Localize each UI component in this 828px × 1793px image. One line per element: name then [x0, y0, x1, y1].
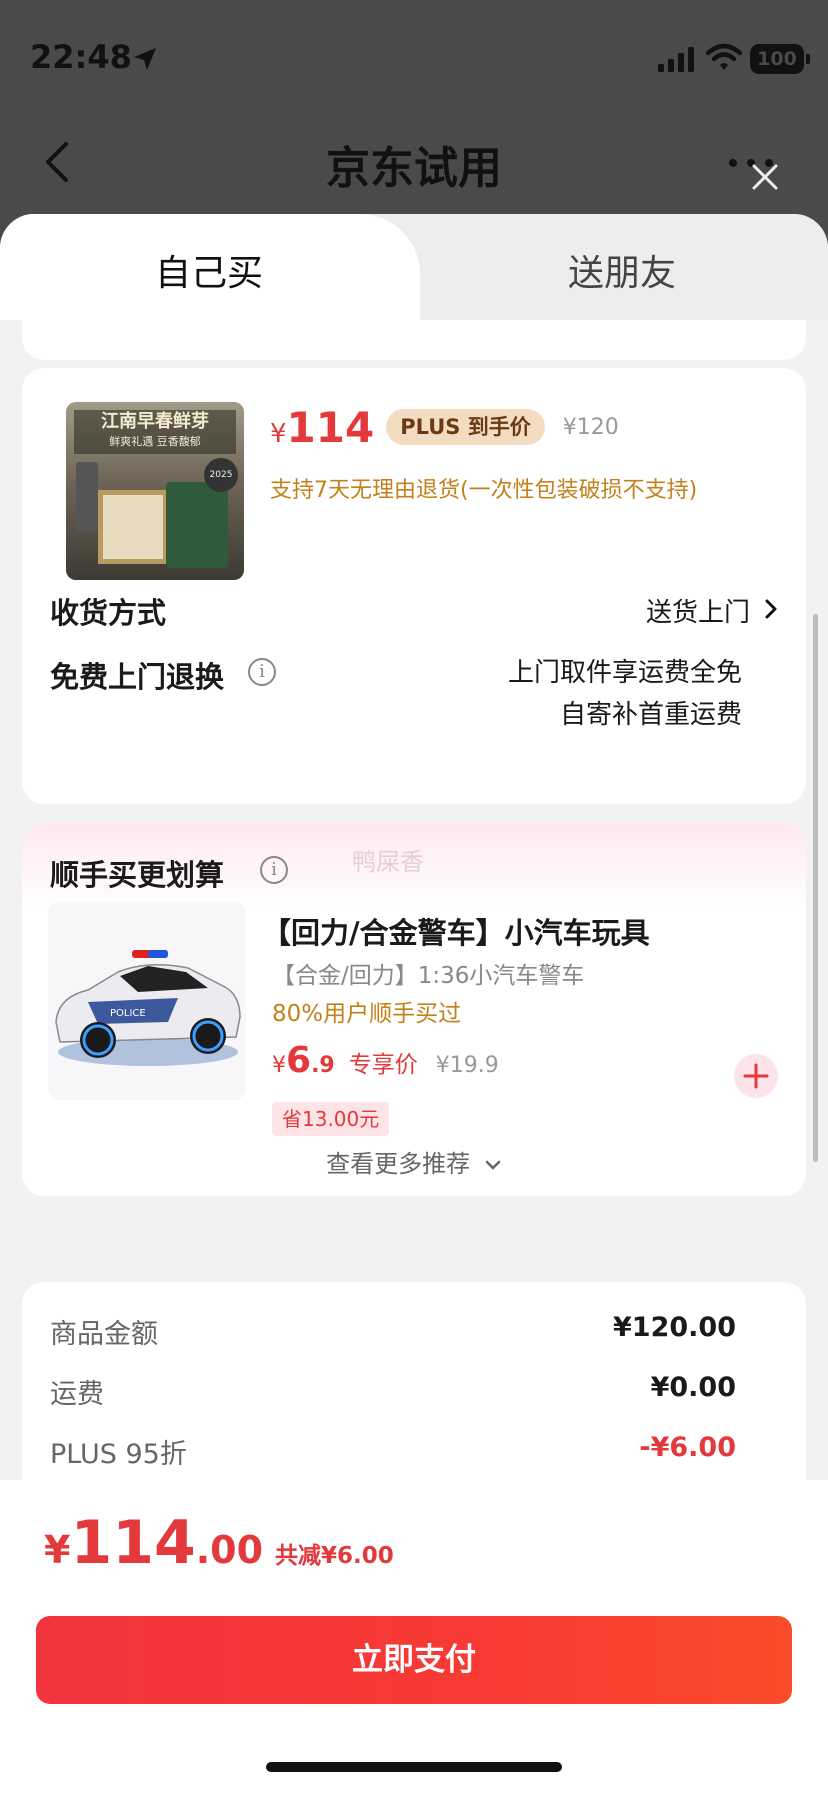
free-return-line1: 上门取件享运费全免 — [507, 658, 742, 688]
tab-self-buy[interactable]: 自己买 — [0, 214, 420, 320]
battery-indicator: 100 — [750, 44, 810, 74]
summary-plus-discount-value: -¥6.00 — [639, 1432, 736, 1463]
wifi-icon — [706, 43, 742, 70]
return-policy-text: 支持7天无理由退货(一次性包装破损不支持) — [270, 478, 698, 503]
addon-bought-rate: 80%用户顺手买过 — [272, 1001, 462, 1027]
product-image-decor — [76, 462, 98, 532]
addon-product-spec: 【合金/回力】1:36小汽车警车 — [272, 963, 585, 989]
pay-bar: ¥ 114 .00 共减¥6.00 立即支付 — [0, 1480, 828, 1793]
addon-info-icon[interactable]: i — [260, 856, 288, 884]
total-symbol: ¥ — [44, 1528, 71, 1572]
chevron-right-icon[interactable] — [764, 598, 778, 620]
chevron-down-icon — [485, 1160, 501, 1170]
status-bar: 22:48 100 — [0, 0, 828, 110]
pay-now-button[interactable]: 立即支付 — [36, 1616, 792, 1704]
page-title: 京东试用 — [326, 143, 502, 194]
cellular-signal-icon — [658, 47, 694, 72]
total-int: 114 — [70, 1508, 196, 1578]
addon-price-int: 6 — [286, 1040, 312, 1081]
addon-save-badge: 省13.00元 — [272, 1102, 390, 1136]
plus-price-badge: PLUS 到手价 — [386, 409, 545, 445]
home-indicator[interactable] — [266, 1762, 562, 1772]
tab-self-buy-label: 自己买 — [155, 253, 264, 294]
addon-title: 顺手买更划算 — [50, 858, 225, 892]
product-image-year: 2025 — [204, 458, 238, 492]
total-discount: 共减¥6.00 — [275, 1543, 394, 1569]
see-more-recommendations[interactable]: 查看更多推荐 — [22, 1144, 806, 1179]
free-return-label: 免费上门退换 — [50, 660, 225, 694]
free-return-line2: 自寄补首重运费 — [559, 700, 742, 730]
price-symbol: ¥ — [270, 419, 287, 449]
addon-recommend-card: 鸭屎香 顺手买更划算 i POLICE 【回力/合金警车】小汽车玩具 【合金/回… — [22, 822, 806, 1196]
address-card-stub — [22, 320, 806, 360]
addon-price-dec: .9 — [311, 1053, 335, 1078]
total-dec: .00 — [195, 1528, 264, 1572]
product-card: 江南早春鲜芽 鲜爽礼遇 豆香馥郁 2025 ¥ 114 PLUS 到手价 ¥12… — [22, 368, 806, 804]
see-more-label: 查看更多推荐 — [326, 1150, 471, 1178]
purchase-mode-tabs: 自己买 送朋友 — [0, 214, 828, 320]
status-time: 22:48 — [30, 38, 132, 76]
total-price-row: ¥ 114 .00 共减¥6.00 — [44, 1508, 394, 1578]
close-icon[interactable] — [750, 162, 780, 192]
delivery-method-value[interactable]: 送货上门 — [646, 592, 750, 629]
top-nav: 京东试用 — [0, 110, 828, 210]
summary-shipping-label: 运费 — [50, 1379, 104, 1410]
addon-product-name[interactable]: 【回力/合金警车】小汽车玩具 — [262, 910, 650, 952]
summary-plus-discount-label: PLUS 95折 — [50, 1439, 187, 1470]
info-icon[interactable]: i — [248, 658, 276, 686]
product-image[interactable]: 江南早春鲜芽 鲜爽礼遇 豆香馥郁 2025 — [66, 402, 244, 580]
addon-price-tag: 专享价 — [348, 1052, 418, 1078]
summary-goods-value: ¥120.00 — [613, 1312, 736, 1343]
product-image-banner: 江南早春鲜芽 鲜爽礼遇 豆香馥郁 — [74, 410, 236, 454]
product-image-giftbox — [98, 490, 168, 564]
add-to-cart-plus-icon[interactable] — [734, 1054, 778, 1098]
scrollbar[interactable] — [813, 614, 818, 1162]
addon-price-row: ¥ 6 .9 专享价 ¥19.9 — [272, 1040, 499, 1081]
summary-goods-label: 商品金额 — [50, 1319, 158, 1350]
addon-price-symbol: ¥ — [272, 1053, 286, 1078]
addon-watermark-text: 鸭屎香 — [352, 848, 424, 876]
svg-text:POLICE: POLICE — [110, 1008, 146, 1019]
product-image-bag — [166, 482, 228, 568]
delivery-method-label: 收货方式 — [50, 596, 167, 630]
summary-shipping-value: ¥0.00 — [650, 1372, 736, 1403]
product-price-row: ¥ 114 PLUS 到手价 ¥120 — [270, 402, 619, 452]
toy-car-image[interactable]: POLICE — [48, 902, 246, 1100]
original-price: ¥120 — [562, 414, 619, 440]
location-arrow-icon — [134, 48, 156, 70]
product-price: 114 — [286, 402, 375, 452]
tab-send-friend[interactable]: 送朋友 — [568, 244, 676, 296]
addon-original-price: ¥19.9 — [435, 1053, 499, 1078]
